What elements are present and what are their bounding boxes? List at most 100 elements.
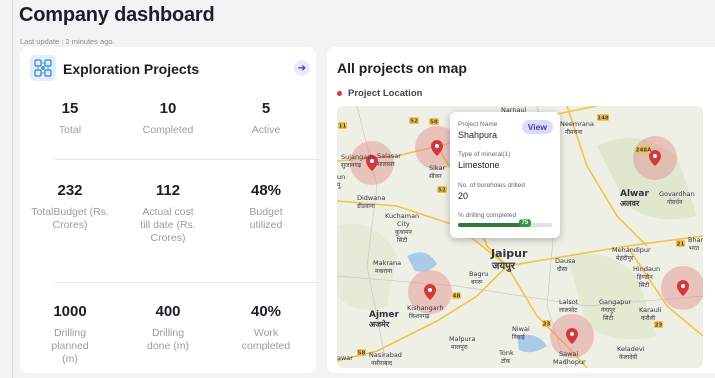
page-title: Company dashboard [19, 4, 215, 26]
map-legend: Project Location [337, 88, 422, 99]
map-label: Nasirabad [369, 351, 402, 359]
map-label: डीडवाना [356, 202, 375, 210]
map-label: मकराना [375, 268, 393, 275]
exploration-title: Exploration Projects [63, 61, 200, 77]
map-label: Govardhan [659, 190, 695, 198]
map-label: टोंक [501, 357, 511, 365]
map-label: मालपुरा [451, 344, 468, 351]
map-label: नीमराना [565, 128, 583, 136]
map-label: Kuchaman [385, 212, 419, 220]
map-label: Gangapur [599, 298, 631, 306]
map-label: केलादेवी [619, 353, 638, 361]
row-divider [55, 159, 319, 160]
popup-boreholes-label: No. of boreholes drilled [458, 182, 525, 189]
map-label: Salasar [377, 152, 401, 160]
stat-label: TotalBudget (Rs. Crores) [31, 206, 109, 231]
stat-value: 112 [155, 182, 181, 199]
highway-shield: 21 [677, 242, 685, 248]
map-label: नसीराबाद [371, 359, 393, 367]
map-label: Niwai [512, 325, 530, 333]
map-label: Malpura [449, 335, 475, 343]
highway-shield: 23 [543, 322, 551, 328]
map-label: गंगापुर [601, 307, 616, 314]
left-edge-divider [12, 0, 13, 378]
map-label: भरत [689, 245, 700, 252]
map-label: Makrana [373, 259, 401, 267]
stat-value: 5 [261, 100, 271, 117]
stat-active: 5 Active [216, 100, 316, 137]
highway-shield: 52 [410, 119, 418, 125]
legend-dot [337, 91, 342, 96]
map-label: करौली [641, 314, 656, 322]
stat-total: 15 Total [20, 100, 120, 137]
drilling-progress-fill [458, 223, 529, 227]
map-label: लालसोट [559, 306, 578, 314]
highway-shield: 48 [453, 294, 461, 300]
map-label: Sawai [559, 350, 578, 358]
map-label: बगरू [471, 279, 483, 286]
map-label: Dausa [555, 257, 575, 265]
stat-value: 1000 [53, 303, 87, 320]
map-view[interactable]: 52 52 58 11 248A 21 23 23 48 58 148 Narn… [337, 106, 703, 368]
row-divider [55, 282, 319, 283]
map-label: अजमेर [369, 319, 390, 329]
stat-label: Total [58, 124, 82, 136]
stat-value: 400 [155, 303, 181, 320]
legend-label: Project Location [348, 88, 423, 99]
arrow-right-icon[interactable]: ➔ [294, 60, 310, 76]
stat-label: Budget utilized [249, 206, 283, 231]
exploration-icon [30, 55, 56, 81]
highway-shield: 148 [597, 116, 609, 122]
map-label: जयपुर [491, 261, 516, 272]
popup-boreholes: 20 [458, 191, 469, 201]
map-title: All projects on map [337, 60, 467, 76]
map-label: गोवर्धन [667, 198, 683, 206]
map-label: सिटी [639, 281, 650, 289]
map-label: Alwar [620, 189, 649, 199]
map-label: Neemrana [560, 120, 594, 128]
stat-label: Actual cost till date (Rs. Crores) [140, 206, 196, 244]
map-label: कुचामन [395, 229, 413, 236]
map-label: Keladevi [617, 345, 645, 353]
highway-shield: 52 [438, 188, 446, 194]
map-label: सुजानगढ़ [341, 162, 362, 169]
highway-shield: 11 [339, 124, 347, 130]
popup-project-name-label: Project Name [458, 121, 498, 128]
stat-total-budget: 232 TotalBudget (Rs. Crores) [20, 182, 120, 232]
map-label: City [397, 220, 410, 228]
exploration-header: Exploration Projects ➔ [30, 55, 310, 81]
map-label: Mehandipur [612, 246, 651, 254]
stat-label: Active [251, 124, 281, 136]
map-label: मेहंदीपुर [616, 254, 634, 262]
stat-value: 48% [250, 182, 282, 199]
map-label: Tonk [498, 349, 514, 357]
highway-shield: 23 [655, 323, 663, 329]
view-button[interactable]: View [521, 120, 553, 134]
stat-budget-utilized: 48% Budget utilized [216, 182, 316, 232]
stat-label: Work completed [241, 327, 291, 352]
last-update-text: Last update : 2 minutes ago. [20, 37, 115, 46]
map-label: Ajmer [369, 310, 400, 320]
stat-value: 10 [159, 100, 177, 117]
stat-label: Drilling done (m) [146, 327, 189, 352]
map-label: Sujangarh [341, 153, 374, 161]
exploration-projects-card: Exploration Projects ➔ 15 Total 10 Compl… [20, 47, 319, 373]
map-label: Hindaun [633, 265, 660, 273]
stat-value: 40% [250, 303, 282, 320]
stat-label: Drilling planned (m) [51, 327, 89, 365]
popup-drilling-label: % drilling completed [458, 212, 517, 219]
highway-shield: 248A [636, 148, 652, 154]
map-label: Sikar [429, 164, 446, 172]
highway-shield: 58 [358, 351, 366, 357]
stat-completed: 10 Completed [118, 100, 218, 137]
stat-value: 232 [57, 182, 83, 199]
map-label: निवाई [512, 333, 526, 341]
stat-drilling-planned: 1000 Drilling planned (m) [20, 303, 120, 366]
map-label: सालासर [377, 161, 395, 168]
map-label: सिटी [397, 236, 408, 244]
map-label: किशनगढ़ [409, 312, 430, 320]
map-label: un [337, 173, 345, 181]
map-label: awar [337, 354, 353, 362]
popup-mineral: Limestone [458, 160, 500, 170]
map-label: अलवर [620, 199, 640, 208]
